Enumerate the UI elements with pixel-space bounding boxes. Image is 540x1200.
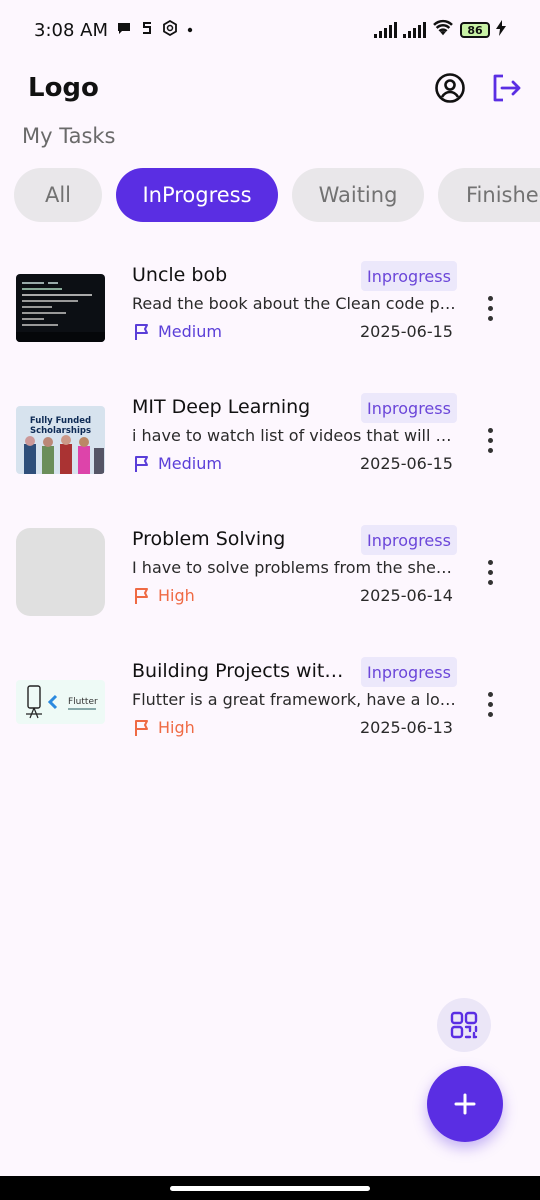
status-left: 3:08 AM (34, 20, 194, 41)
wifi-icon (432, 19, 454, 41)
filter-chips: All InProgress Waiting Finished (14, 168, 540, 224)
task-thumbnail: Fully Funded Scholarships (16, 406, 105, 474)
account-circle-icon (435, 73, 465, 103)
flutter-thumb-text: Flutter (68, 697, 98, 707)
status-time: 3:08 AM (34, 19, 108, 41)
status-badge: Inprogress (361, 393, 457, 423)
task-description: I have to solve problems from the sheet.… (132, 558, 458, 577)
task-date: 2025-06-14 (360, 586, 453, 605)
chat-notification-icon (116, 20, 132, 40)
task-date: 2025-06-13 (360, 718, 453, 737)
status-badge: Inprogress (361, 261, 457, 291)
add-task-button[interactable] (427, 1066, 503, 1142)
task-title: Problem Solving (132, 528, 286, 550)
priority-label: Medium (134, 454, 222, 473)
more-options-button[interactable] (478, 552, 502, 592)
filter-chip-waiting[interactable]: Waiting (292, 168, 424, 222)
status-badge: Inprogress (361, 657, 457, 687)
task-title: Building Projects with fl... (132, 660, 354, 682)
flag-icon (135, 323, 148, 340)
task-title: Uncle bob (132, 264, 228, 286)
signal-icon (374, 22, 397, 38)
task-date: 2025-06-15 (360, 454, 453, 473)
task-item[interactable]: Flutter Building Projects with fl... Inp… (0, 657, 540, 760)
task-description: Flutter is a great framework, have a lot… (132, 690, 458, 709)
qr-scan-button[interactable] (437, 998, 491, 1052)
battery-icon: 86 (460, 22, 490, 38)
task-item[interactable]: Fully Funded Scholarships MIT Deep Learn… (0, 393, 540, 496)
task-item[interactable]: Uncle bob Inprogress Read the book about… (0, 261, 540, 364)
home-gesture-handle[interactable] (170, 1185, 370, 1191)
priority-text: Medium (158, 322, 222, 341)
task-description: i have to watch list of videos that will… (132, 426, 458, 445)
task-thumbnail-placeholder (16, 528, 105, 616)
charging-icon (496, 20, 506, 40)
app-bar: Logo (0, 60, 540, 116)
s-notification-icon (140, 20, 154, 40)
priority-label: High (134, 718, 195, 737)
svg-text:Fully Funded: Fully Funded (30, 416, 91, 426)
status-bar: 3:08 AM 86 (0, 0, 540, 60)
flag-icon (135, 719, 148, 736)
status-badge: Inprogress (361, 525, 457, 555)
task-description: Read the book about the Clean code pl... (132, 294, 458, 313)
signal-icon-2 (403, 22, 426, 38)
more-notifications-dot-icon (186, 22, 194, 38)
task-item[interactable]: Problem Solving Inprogress I have to sol… (0, 525, 540, 628)
section-title: My Tasks (22, 124, 116, 148)
task-thumbnail (16, 274, 105, 342)
priority-text: High (158, 718, 195, 737)
task-thumbnail: Flutter (16, 680, 105, 724)
filter-chip-finished[interactable]: Finished (438, 168, 540, 222)
priority-label: High (134, 586, 195, 605)
app-logo: Logo (28, 73, 99, 103)
more-options-button[interactable] (478, 420, 502, 460)
priority-text: High (158, 586, 195, 605)
profile-button[interactable] (432, 70, 468, 106)
task-date: 2025-06-15 (360, 322, 453, 341)
priority-label: Medium (134, 322, 222, 341)
flag-icon (135, 587, 148, 604)
filter-chip-inprogress[interactable]: InProgress (116, 168, 278, 222)
more-options-button[interactable] (478, 288, 502, 328)
svg-text:Scholarships: Scholarships (30, 426, 91, 436)
more-options-button[interactable] (478, 684, 502, 724)
logout-button[interactable] (488, 70, 524, 106)
hexagon-notification-icon (162, 19, 178, 40)
qr-code-icon (450, 1011, 478, 1039)
logout-icon (493, 74, 521, 102)
flag-icon (135, 455, 148, 472)
status-right: 86 (374, 19, 506, 41)
filter-chip-all[interactable]: All (14, 168, 102, 222)
priority-text: Medium (158, 454, 222, 473)
system-navigation-bar (0, 1176, 540, 1200)
app-bar-actions (432, 70, 524, 106)
task-title: MIT Deep Learning (132, 396, 311, 418)
plus-icon (454, 1093, 476, 1115)
